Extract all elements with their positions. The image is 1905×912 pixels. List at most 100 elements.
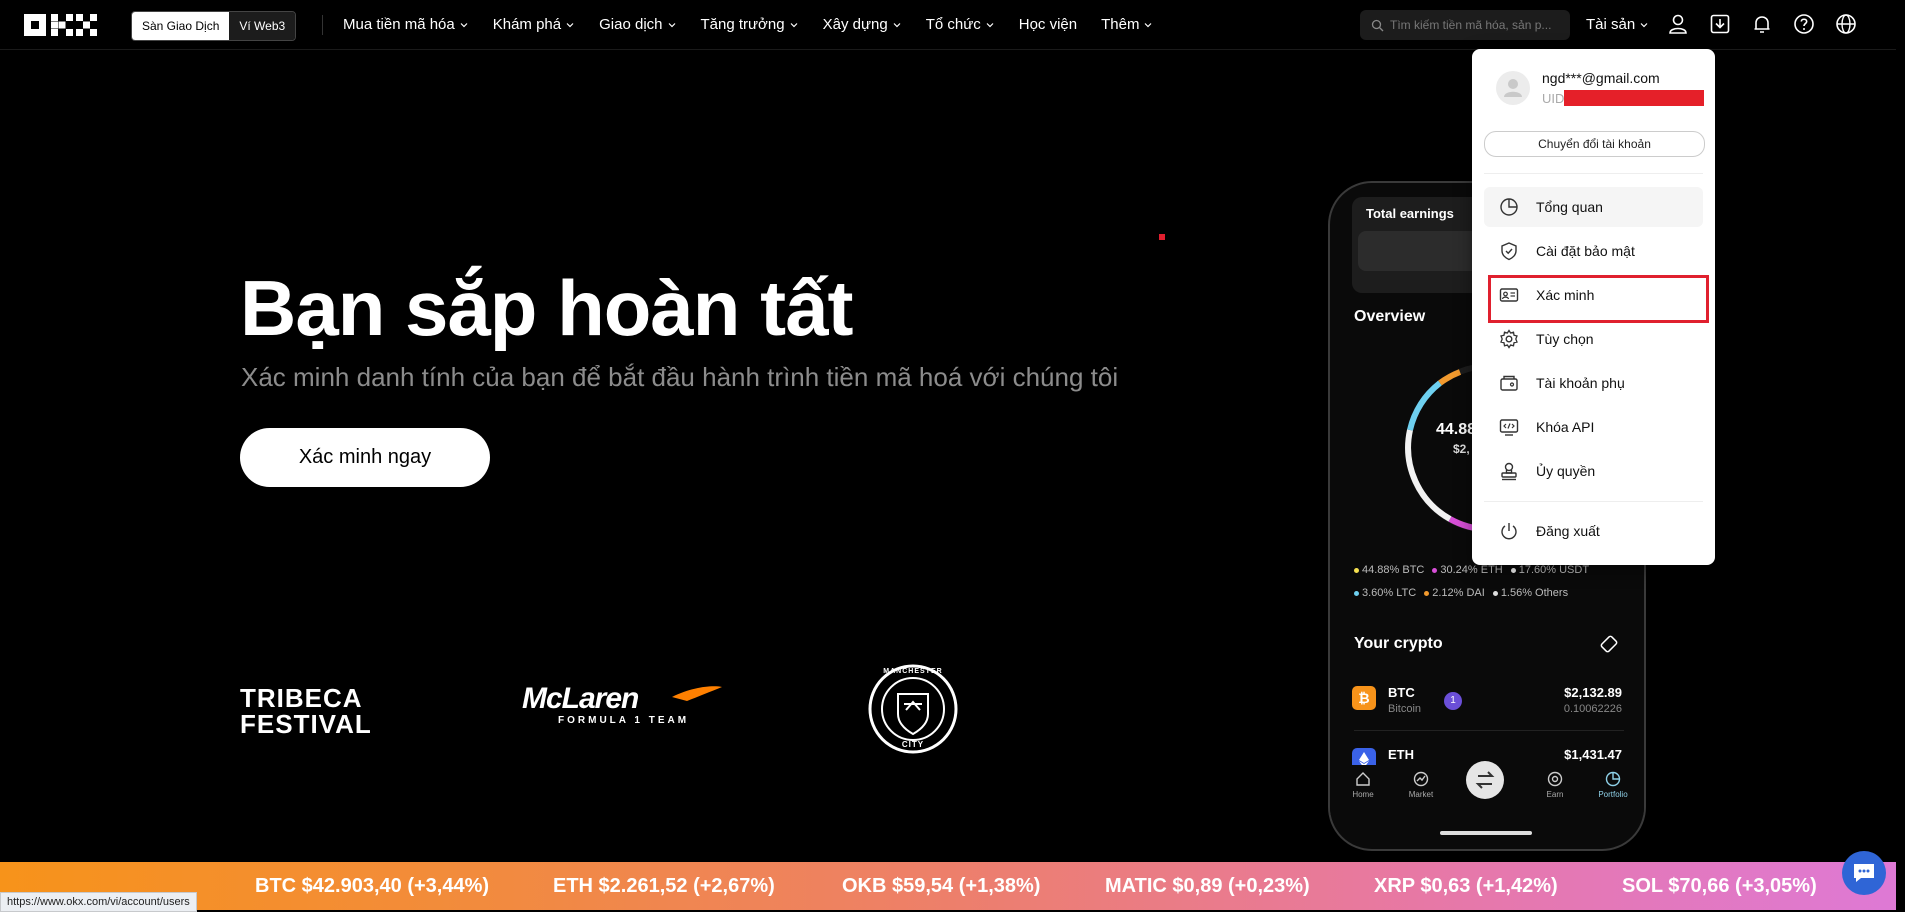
authorization-icon bbox=[1498, 460, 1520, 482]
dropdown-item-authorization[interactable]: Ủy quyền bbox=[1484, 451, 1703, 491]
api-key-icon bbox=[1498, 416, 1520, 438]
legend-label: 30.24% ETH bbox=[1440, 564, 1503, 576]
tab-label: Home bbox=[1352, 790, 1374, 799]
menu-label: Giao dịch bbox=[599, 16, 663, 33]
legend-label: 3.60% LTC bbox=[1362, 587, 1417, 599]
power-icon bbox=[1498, 520, 1520, 542]
dropdown-item-label: Khóa API bbox=[1536, 419, 1595, 435]
mclaren-logo: McLaren FORMULA 1 TEAM bbox=[522, 683, 727, 726]
legend-label: 44.88% BTC bbox=[1362, 564, 1425, 576]
phone-tab-home: Home bbox=[1334, 765, 1392, 799]
coin-name: Bitcoin bbox=[1388, 703, 1422, 715]
nav-divider bbox=[322, 15, 323, 35]
hero-title: Bạn sắp hoàn tất bbox=[240, 264, 853, 352]
page-scrollbar[interactable] bbox=[1896, 0, 1905, 910]
legend-ltc: 3.60% LTC bbox=[1354, 587, 1416, 599]
ticker-btc[interactable]: BTC $42.903,40 (+3,44%) bbox=[255, 875, 489, 898]
tab-web3-wallet[interactable]: Ví Web3 bbox=[229, 12, 296, 40]
search-placeholder: Tìm kiếm tiền mã hóa, sản p... bbox=[1390, 18, 1552, 32]
dropdown-divider bbox=[1484, 173, 1703, 174]
dropdown-item-label: Tổng quan bbox=[1536, 199, 1603, 215]
search-input[interactable]: Tìm kiếm tiền mã hóa, sản p... bbox=[1360, 10, 1570, 40]
tab-label: Earn bbox=[1546, 790, 1564, 799]
ticker-eth[interactable]: ETH $2.261,52 (+2,67%) bbox=[553, 875, 775, 898]
status-bar-url: https://www.okx.com/vi/account/users bbox=[0, 892, 197, 912]
chevron-down-icon bbox=[1640, 22, 1648, 27]
home-icon bbox=[1356, 772, 1370, 786]
menu-build[interactable]: Xây dựng bbox=[823, 16, 902, 33]
menu-discover[interactable]: Khám phá bbox=[493, 16, 575, 33]
account-email: ngd***@gmail.com bbox=[1542, 70, 1660, 86]
overview-title: Overview bbox=[1354, 308, 1426, 325]
menu-grow[interactable]: Tăng trưởng bbox=[701, 16, 799, 33]
coin-divider bbox=[1354, 730, 1624, 731]
mclaren-subtitle: FORMULA 1 TEAM bbox=[558, 715, 690, 726]
ticker-sol[interactable]: SOL $70,66 (+3,05%) bbox=[1622, 875, 1817, 898]
account-uid-label: UID bbox=[1542, 91, 1565, 106]
menu-institutional[interactable]: Tổ chức bbox=[926, 16, 995, 33]
chevron-down-icon bbox=[460, 22, 468, 27]
dropdown-item-overview[interactable]: Tổng quan bbox=[1484, 187, 1703, 227]
legend-btc: 44.88% BTC bbox=[1354, 564, 1424, 576]
switch-account-button[interactable]: Chuyển đổi tài khoản bbox=[1484, 131, 1705, 157]
mclaren-wordmark: McLaren bbox=[522, 682, 639, 715]
bell-icon[interactable] bbox=[1750, 12, 1774, 36]
legend-eth: 30.24% ETH bbox=[1432, 564, 1503, 576]
hero-subtitle: Xác minh danh tính của bạn để bắt đầu hà… bbox=[241, 362, 1119, 392]
main-menu: Mua tiền mã hóa Khám phá Giao dịch Tăng … bbox=[343, 0, 1153, 49]
mode-toggle: Sàn Giao Dịch Ví Web3 bbox=[131, 11, 297, 41]
ticker-matic[interactable]: MATIC $0,89 (+0,23%) bbox=[1105, 875, 1310, 898]
dropdown-item-label: Tài khoản phụ bbox=[1536, 375, 1625, 391]
uid-redaction bbox=[1564, 90, 1704, 106]
phone-tab-portfolio: Portfolio bbox=[1584, 765, 1642, 799]
chevron-down-icon bbox=[986, 22, 994, 27]
coin-symbol: BTC bbox=[1388, 685, 1415, 700]
dropdown-item-security[interactable]: Cài đặt bảo mật bbox=[1484, 231, 1703, 271]
sub-account-icon bbox=[1498, 372, 1520, 394]
donut-center-value: $2, bbox=[1453, 442, 1470, 456]
dropdown-item-api-key[interactable]: Khóa API bbox=[1484, 407, 1703, 447]
help-icon[interactable] bbox=[1792, 12, 1816, 36]
menu-label: Mua tiền mã hóa bbox=[343, 16, 455, 33]
tab-label: Portfolio bbox=[1598, 790, 1628, 799]
top-navbar: Sàn Giao Dịch Ví Web3 Mua tiền mã hóa Kh… bbox=[0, 0, 1905, 50]
okx-logo[interactable] bbox=[24, 14, 104, 36]
menu-more[interactable]: Thêm bbox=[1101, 16, 1153, 33]
menu-label: Thêm bbox=[1101, 16, 1140, 33]
dropdown-item-sub-account[interactable]: Tài khoản phụ bbox=[1484, 363, 1703, 403]
dropdown-item-logout[interactable]: Đăng xuất bbox=[1484, 511, 1703, 551]
verify-now-button[interactable]: Xác minh ngay bbox=[240, 428, 490, 487]
tab-exchange[interactable]: Sàn Giao Dịch bbox=[132, 12, 230, 40]
chevron-down-icon bbox=[1145, 22, 1152, 27]
dropdown-item-label: Đăng xuất bbox=[1536, 523, 1600, 539]
dropdown-divider bbox=[1484, 501, 1703, 502]
swap-icon bbox=[1466, 761, 1504, 799]
menu-buy-crypto[interactable]: Mua tiền mã hóa bbox=[343, 16, 469, 33]
rotate-icon bbox=[1600, 635, 1618, 653]
phone-home-indicator bbox=[1440, 831, 1532, 835]
donut-legend-row2: 3.60% LTC 2.12% DAI 1.56% Others bbox=[1354, 587, 1568, 599]
coin-row-btc: ₿ BTC Bitcoin 1 $2,132.89 0.10062226 bbox=[1352, 682, 1622, 722]
ticker-xrp[interactable]: XRP $0,63 (+1,42%) bbox=[1374, 875, 1558, 898]
mancity-bottom-text: CITY bbox=[901, 740, 925, 749]
menu-label: Học viện bbox=[1018, 16, 1078, 33]
ticker-okb[interactable]: OKB $59,54 (+1,38%) bbox=[842, 875, 1040, 898]
user-icon[interactable] bbox=[1666, 12, 1690, 36]
assets-menu[interactable]: Tài sản bbox=[1586, 0, 1649, 49]
menu-label: Tăng trưởng bbox=[700, 16, 785, 33]
your-crypto-title: Your crypto bbox=[1354, 635, 1443, 652]
menu-trade[interactable]: Giao dịch bbox=[599, 16, 676, 33]
download-icon[interactable] bbox=[1708, 12, 1732, 36]
globe-icon[interactable] bbox=[1834, 12, 1858, 36]
svg-text:₿: ₿ bbox=[1358, 691, 1369, 707]
coin-symbol: ETH bbox=[1388, 747, 1414, 762]
dropdown-item-label: Cài đặt bảo mật bbox=[1536, 243, 1635, 259]
chat-icon bbox=[1854, 864, 1874, 882]
dropdown-item-preferences[interactable]: Tùy chọn bbox=[1484, 319, 1703, 359]
earnings-card-title: Total earnings bbox=[1366, 206, 1454, 221]
menu-academy[interactable]: Học viện bbox=[1019, 16, 1077, 33]
chat-support-button[interactable] bbox=[1842, 851, 1886, 895]
avatar bbox=[1496, 71, 1530, 105]
legend-label: 17.60% USDT bbox=[1518, 564, 1590, 576]
decorative-dot bbox=[1159, 234, 1165, 240]
